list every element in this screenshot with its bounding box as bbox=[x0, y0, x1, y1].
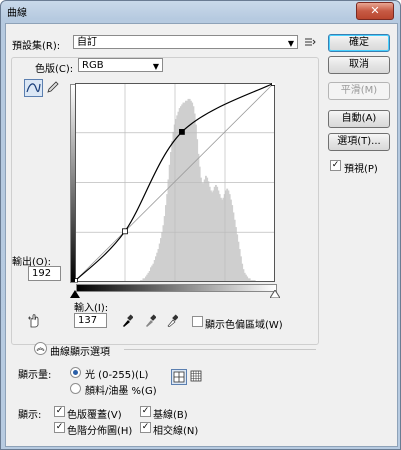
light-label: 光 (0-255)(L) bbox=[85, 370, 149, 381]
histogram-label: 色階分佈圖(H) bbox=[67, 426, 133, 437]
pigment-label: 顏料/油墨 %(G) bbox=[85, 386, 157, 397]
preset-options-icon[interactable] bbox=[304, 37, 316, 47]
options-button[interactable]: 選項(T)... bbox=[328, 133, 390, 151]
detailed-grid-icon[interactable] bbox=[190, 370, 202, 382]
black-eyedropper-icon[interactable] bbox=[122, 314, 133, 327]
white-eyedropper-icon[interactable] bbox=[167, 314, 178, 327]
gray-eyedropper-icon[interactable] bbox=[145, 314, 156, 327]
output-field[interactable]: 192 bbox=[28, 266, 61, 281]
black-point-slider[interactable] bbox=[70, 290, 80, 298]
curve-control-point bbox=[122, 228, 128, 235]
collapse-options-button[interactable]: ︽ bbox=[34, 342, 47, 355]
chevron-down-icon: ▼ bbox=[287, 39, 294, 48]
curves-dialog: 曲線 ✕ 預設集(R): 自訂 ▼ 色版(C): RGB ▼ 輸出(O): 19… bbox=[0, 0, 401, 450]
simple-grid-icon[interactable] bbox=[171, 369, 187, 385]
channel-dropdown[interactable]: RGB ▼ bbox=[78, 58, 163, 72]
histogram-checkbox[interactable]: ✓ bbox=[54, 422, 65, 433]
window-title: 曲線 bbox=[7, 8, 27, 19]
preview-label: 預視(P) bbox=[344, 164, 378, 175]
preset-value: 自訂 bbox=[77, 37, 97, 48]
channel-overlays-checkbox[interactable]: ✓ bbox=[54, 406, 65, 417]
show-clipping-label: 顯示色偏區域(W) bbox=[205, 320, 283, 331]
curve-control-point bbox=[179, 129, 185, 135]
hand-adjust-icon[interactable] bbox=[27, 314, 41, 328]
curve-point-tool-icon[interactable] bbox=[24, 79, 43, 97]
preset-dropdown[interactable]: 自訂 ▼ bbox=[73, 35, 298, 49]
light-radio[interactable] bbox=[70, 367, 81, 378]
close-button[interactable]: ✕ bbox=[356, 2, 394, 20]
preset-label: 預設集(R): bbox=[12, 41, 61, 52]
title-bar: 曲線 ✕ bbox=[1, 1, 400, 21]
smooth-button[interactable]: 平滑(M) bbox=[328, 82, 390, 100]
baseline-checkbox[interactable]: ✓ bbox=[140, 406, 151, 417]
divider bbox=[124, 349, 316, 350]
chevron-down-icon: ▼ bbox=[152, 62, 159, 71]
channel-overlays-label: 色版覆蓋(V) bbox=[67, 410, 122, 421]
cancel-button[interactable]: 取消 bbox=[328, 56, 390, 74]
curves-graph[interactable] bbox=[75, 83, 275, 282]
input-label: 輸入(I): bbox=[74, 303, 109, 314]
pigment-radio[interactable] bbox=[70, 383, 81, 394]
input-gradient-bar bbox=[76, 284, 277, 292]
baseline-label: 基線(B) bbox=[153, 410, 188, 421]
dialog-body: 預設集(R): 自訂 ▼ 色版(C): RGB ▼ 輸出(O): 192 輸入(… bbox=[5, 23, 398, 447]
pencil-icon[interactable] bbox=[46, 80, 60, 94]
input-field[interactable]: 137 bbox=[74, 313, 107, 328]
white-point-slider[interactable] bbox=[270, 290, 280, 298]
display-amount-label: 顯示量: bbox=[18, 370, 52, 381]
intersection-checkbox[interactable]: ✓ bbox=[140, 422, 151, 433]
show-clipping-checkbox[interactable] bbox=[192, 316, 203, 327]
channel-value: RGB bbox=[82, 60, 104, 71]
show-label: 顯示: bbox=[18, 410, 42, 421]
channel-label: 色版(C): bbox=[35, 64, 74, 75]
curve-control-point bbox=[75, 278, 78, 282]
curve-control-point bbox=[271, 83, 275, 86]
ok-button[interactable]: 確定 bbox=[328, 34, 390, 52]
preview-checkbox[interactable]: ✓ bbox=[330, 160, 341, 171]
auto-button[interactable]: 自動(A) bbox=[328, 110, 390, 128]
intersection-label: 相交線(N) bbox=[153, 426, 199, 437]
display-options-title: 曲線顯示選項 bbox=[50, 347, 110, 358]
